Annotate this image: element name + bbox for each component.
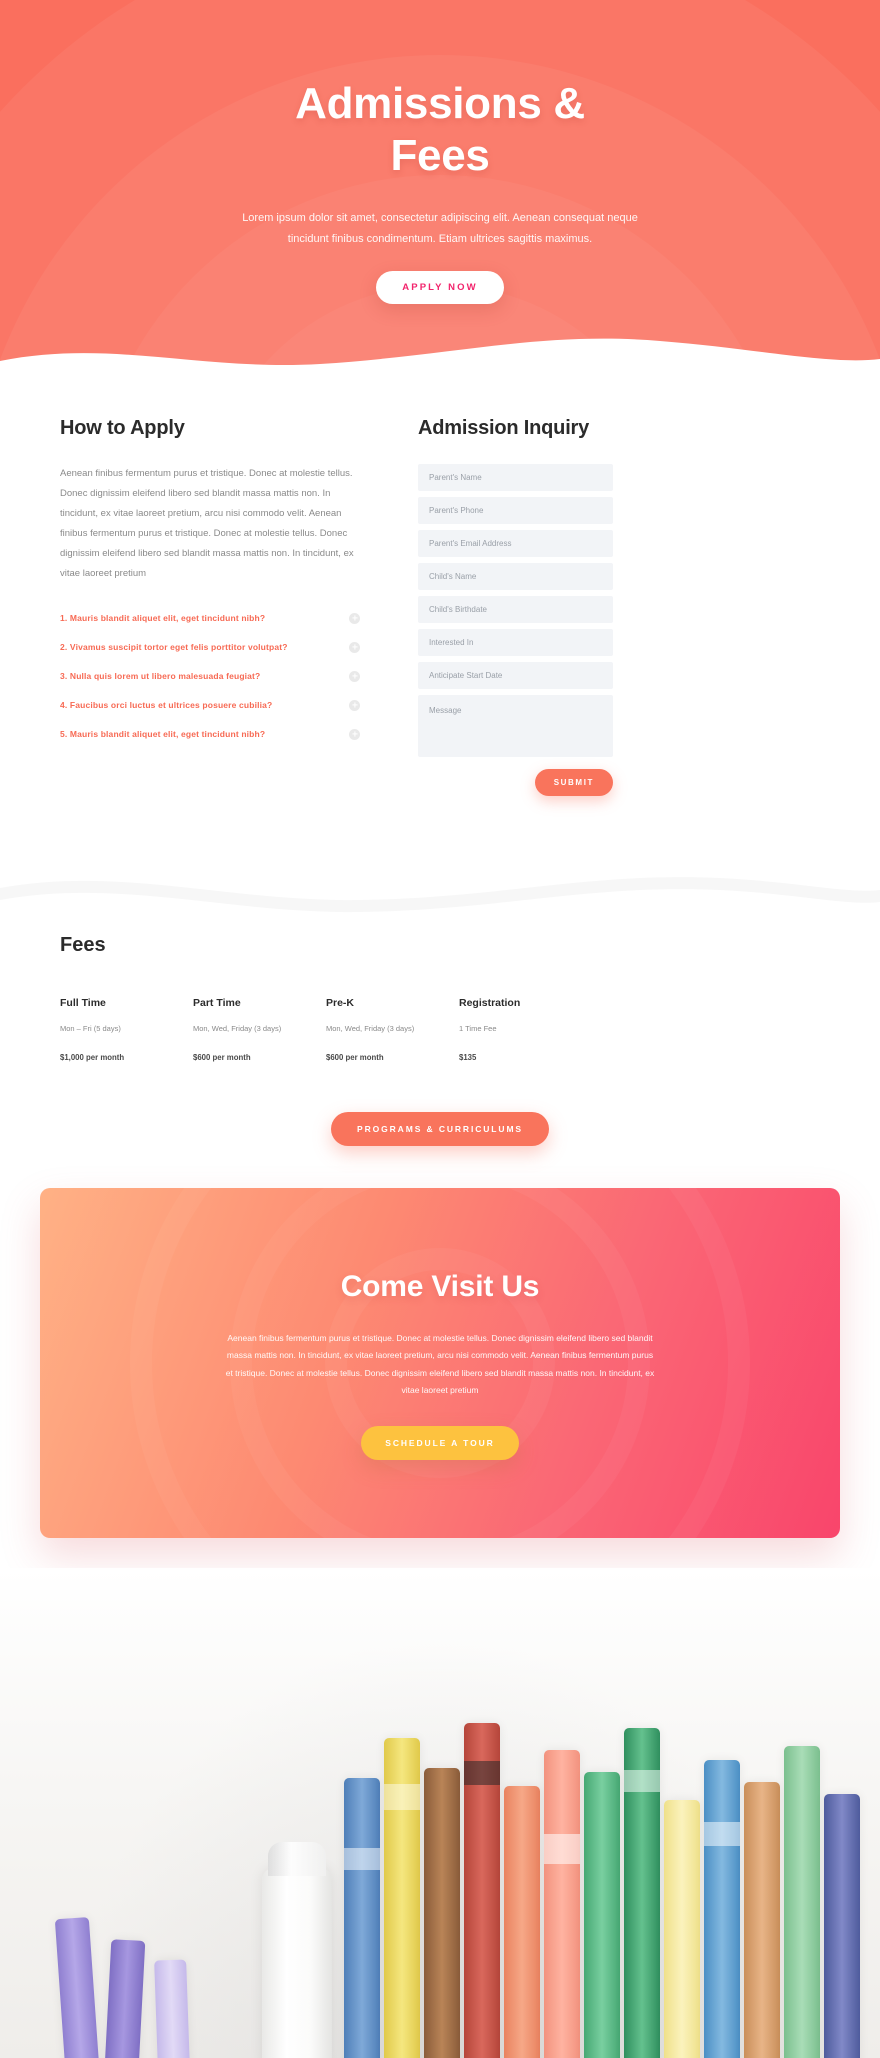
faq-question: 4. Faucibus orci luctus et ultrices posu… <box>60 700 273 711</box>
fee-column: Pre-K Mon, Wed, Friday (3 days) $600 per… <box>326 997 459 1062</box>
fee-title: Registration <box>459 997 521 1009</box>
come-visit-paragraph: Aenean finibus fermentum purus et tristi… <box>225 1333 655 1396</box>
submit-button[interactable]: SUBMIT <box>534 769 613 796</box>
programs-curriculums-button[interactable]: PROGRAMS & CURRICULUMS <box>331 1112 549 1146</box>
plus-circle-icon[interactable] <box>349 728 360 740</box>
child-name-input[interactable] <box>418 563 613 590</box>
come-visit-section: Come Visit Us Aenean finibus fermentum p… <box>0 1146 880 1538</box>
parent-email-input[interactable] <box>418 530 613 557</box>
fee-price: $600 per month <box>193 1053 251 1062</box>
plus-circle-icon[interactable] <box>349 641 360 653</box>
how-to-apply-heading: How to Apply <box>60 417 185 439</box>
page-title-line-1: Admissions & <box>295 79 585 128</box>
fee-title: Full Time <box>60 997 106 1009</box>
faq-item[interactable]: 4. Faucibus orci luctus et ultrices posu… <box>60 691 360 720</box>
fee-schedule: Mon, Wed, Friday (3 days) <box>326 1024 415 1033</box>
parent-phone-input[interactable] <box>418 497 613 524</box>
fee-schedule: 1 Time Fee <box>459 1024 497 1033</box>
faq-question: 1. Mauris blandit aliquet elit, eget tin… <box>60 613 266 624</box>
admissions-page: Admissions & Fees Lorem ipsum dolor sit … <box>0 0 880 2058</box>
faq-item[interactable]: 1. Mauris blandit aliquet elit, eget tin… <box>60 604 360 633</box>
fee-schedule: Mon, Wed, Friday (3 days) <box>193 1024 282 1033</box>
hero-wave-divider <box>0 338 880 375</box>
how-to-apply-paragraph: Aenean finibus fermentum purus et tristi… <box>60 468 354 579</box>
faq-item[interactable]: 5. Mauris blandit aliquet elit, eget tin… <box>60 720 360 749</box>
crayon-row <box>0 1638 880 2058</box>
anticipate-start-input[interactable] <box>418 662 613 689</box>
hero-subtitle: Lorem ipsum dolor sit amet, consectetur … <box>242 211 638 246</box>
faq-item[interactable]: 3. Nulla quis lorem ut libero malesuada … <box>60 662 360 691</box>
page-title: Admissions & Fees <box>225 78 655 182</box>
come-visit-card: Come Visit Us Aenean finibus fermentum p… <box>40 1188 840 1538</box>
come-visit-heading: Come Visit Us <box>340 1270 540 1303</box>
parent-name-input[interactable] <box>418 464 613 491</box>
schedule-a-tour-button[interactable]: SCHEDULE A TOUR <box>361 1425 519 1460</box>
faq-question: 2. Vivamus suscipit tortor eget felis po… <box>60 642 288 653</box>
admission-inquiry-column: Admission Inquiry SUBMIT <box>418 417 613 796</box>
faq-question: 3. Nulla quis lorem ut libero malesuada … <box>60 671 261 682</box>
fees-heading: Fees <box>60 934 106 956</box>
message-textarea[interactable] <box>418 695 613 757</box>
how-to-apply-column: How to Apply Aenean finibus fermentum pu… <box>60 417 360 749</box>
fee-price: $1,000 per month <box>60 1053 125 1062</box>
plus-circle-icon[interactable] <box>349 612 360 624</box>
crayons-photo <box>0 1567 880 2058</box>
fee-column: Part Time Mon, Wed, Friday (3 days) $600… <box>193 997 326 1062</box>
faq-question: 5. Mauris blandit aliquet elit, eget tin… <box>60 729 266 740</box>
fee-price: $600 per month <box>326 1053 384 1062</box>
fee-column: Full Time Mon – Fri (5 days) $1,000 per … <box>60 997 193 1062</box>
plus-circle-icon[interactable] <box>349 670 360 682</box>
fee-schedule: Mon – Fri (5 days) <box>60 1024 121 1033</box>
plus-circle-icon[interactable] <box>349 699 360 711</box>
page-title-line-2: Fees <box>390 130 490 180</box>
fees-grid: Full Time Mon – Fri (5 days) $1,000 per … <box>60 997 820 1062</box>
fee-title: Pre-K <box>326 997 355 1009</box>
fee-title: Part Time <box>193 997 241 1009</box>
faq-item[interactable]: 2. Vivamus suscipit tortor eget felis po… <box>60 633 360 662</box>
interested-in-input[interactable] <box>418 629 613 656</box>
faq-list: 1. Mauris blandit aliquet elit, eget tin… <box>60 604 360 749</box>
fee-price: $135 <box>459 1053 477 1062</box>
fees-wave-divider <box>0 877 880 918</box>
hero-section: Admissions & Fees Lorem ipsum dolor sit … <box>0 0 880 375</box>
child-birthdate-input[interactable] <box>418 596 613 623</box>
fee-column: Registration 1 Time Fee $135 <box>459 997 592 1062</box>
apply-section: How to Apply Aenean finibus fermentum pu… <box>0 375 880 866</box>
apply-now-button[interactable]: APPLY NOW <box>376 270 504 304</box>
grey-wave-divider <box>0 866 880 918</box>
admission-inquiry-form: SUBMIT <box>418 464 613 796</box>
admission-inquiry-heading: Admission Inquiry <box>418 417 590 439</box>
fees-section: Fees Full Time Mon – Fri (5 days) $1,000… <box>0 918 880 1146</box>
